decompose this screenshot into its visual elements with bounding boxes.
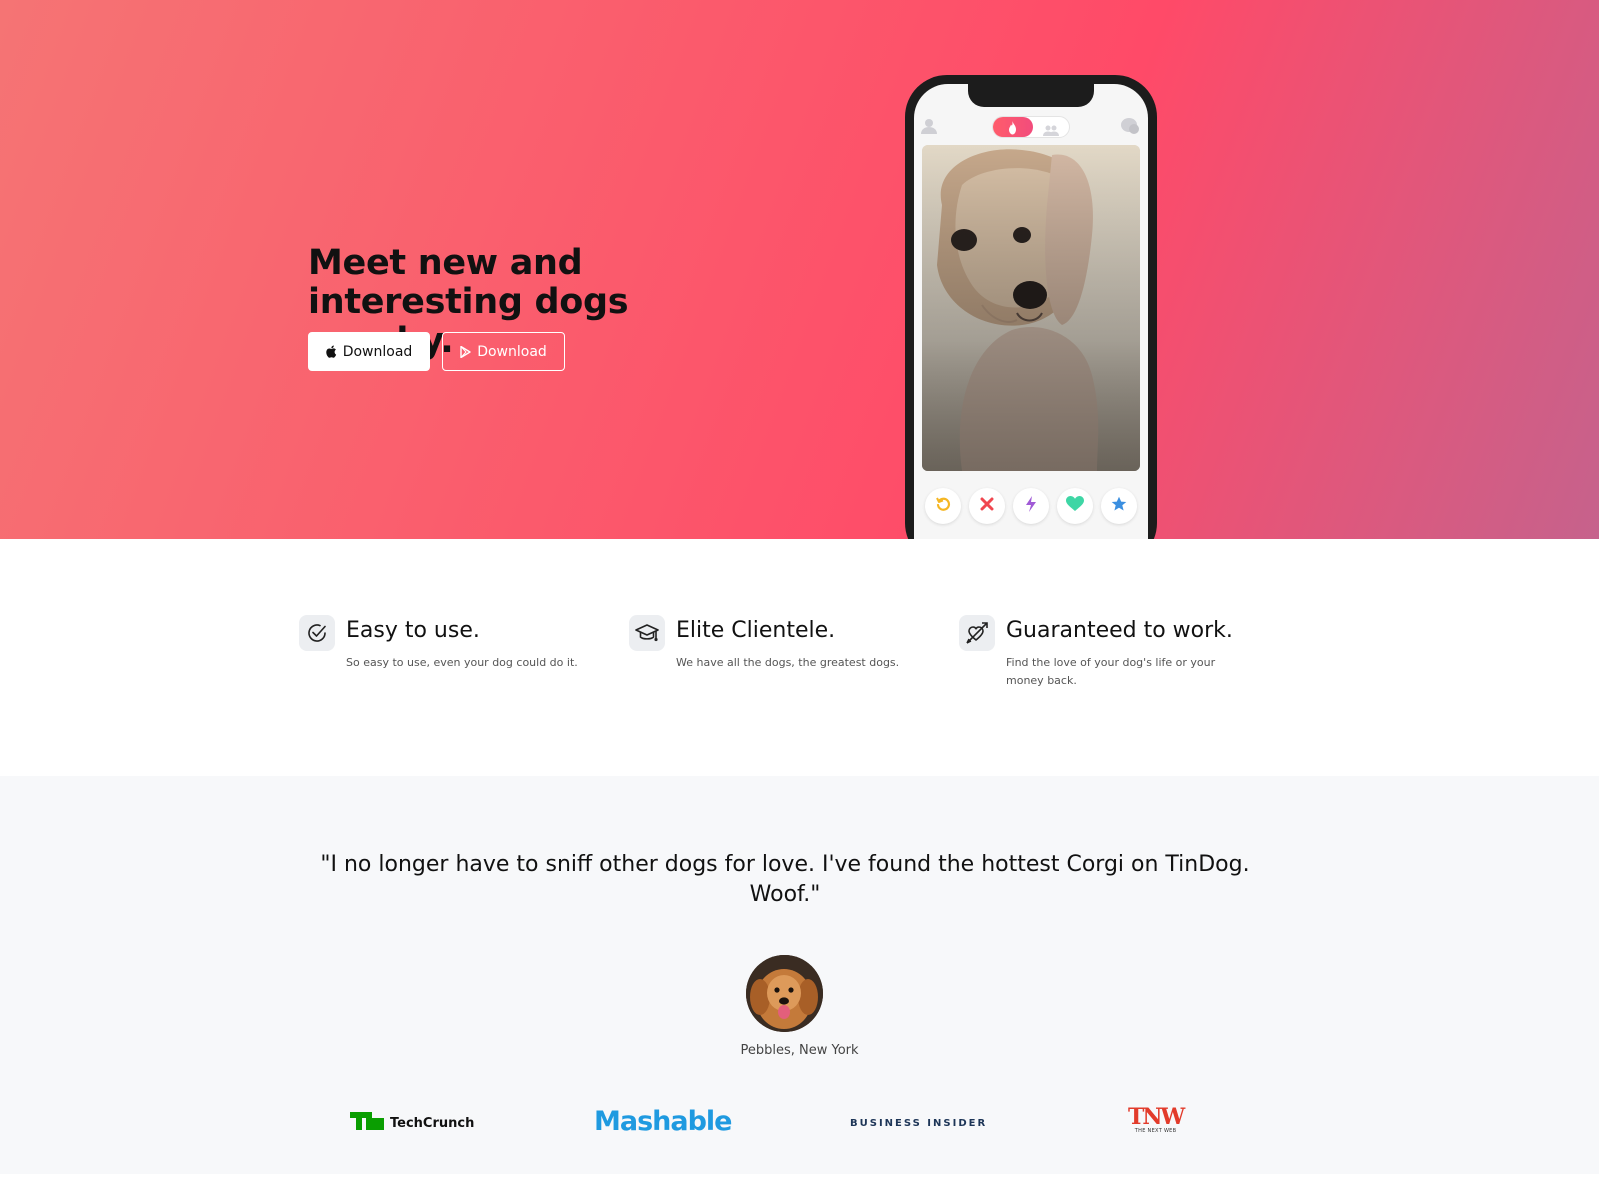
apple-download-button[interactable]: Download bbox=[308, 332, 430, 371]
testimonial-author: Pebbles, New York bbox=[740, 1043, 859, 1058]
business-insider-logo: BUSINESS INSIDER bbox=[850, 1118, 988, 1129]
profile-icon[interactable] bbox=[920, 117, 938, 139]
group-icon bbox=[1043, 121, 1059, 140]
feature-title: Guaranteed to work. bbox=[1006, 618, 1233, 643]
flame-icon bbox=[1007, 120, 1018, 139]
mashable-logo: Mashable bbox=[594, 1106, 732, 1137]
dog-avatar-image bbox=[746, 955, 823, 1032]
like-button[interactable] bbox=[1057, 488, 1093, 524]
phone-mockup bbox=[905, 75, 1157, 539]
mode-toggle[interactable] bbox=[992, 116, 1070, 138]
hero-section: Meet new and interesting dogs nearby. Do… bbox=[0, 0, 1599, 539]
feature-text: So easy to use, even your dog could do i… bbox=[346, 656, 578, 669]
tnw-subtext: THE NEXT WEB bbox=[1134, 1128, 1177, 1134]
boost-button[interactable] bbox=[1013, 488, 1049, 524]
avatar bbox=[746, 955, 823, 1032]
graduation-cap-icon bbox=[629, 615, 665, 651]
close-icon bbox=[979, 496, 995, 516]
dog-photo-card[interactable] bbox=[922, 145, 1140, 471]
rewind-button[interactable] bbox=[925, 488, 961, 524]
features-section: Easy to use. So easy to use, even your d… bbox=[0, 539, 1599, 776]
dislike-button[interactable] bbox=[969, 488, 1005, 524]
techcrunch-text: TechCrunch bbox=[390, 1115, 475, 1131]
heart-arrow-icon bbox=[959, 615, 995, 651]
techcrunch-mark bbox=[350, 1112, 384, 1134]
tnw-logo: TNW THE NEXT WEB bbox=[1128, 1104, 1185, 1134]
testimonial-section: "I no longer have to sniff other dogs fo… bbox=[0, 776, 1599, 1174]
google-play-icon bbox=[460, 345, 471, 358]
app-top-bar bbox=[914, 114, 1148, 140]
play-download-label: Download bbox=[477, 343, 547, 360]
rewind-icon bbox=[935, 496, 951, 516]
feature-title: Elite Clientele. bbox=[676, 618, 836, 643]
tnw-text: TNW bbox=[1128, 1104, 1185, 1130]
apple-icon bbox=[325, 345, 337, 358]
chat-icon[interactable] bbox=[1120, 117, 1140, 139]
feature-text: Find the love of your dog's life or your… bbox=[1006, 656, 1216, 687]
dog-photo bbox=[922, 145, 1140, 471]
swipe-actions bbox=[914, 484, 1148, 528]
phone-notch bbox=[968, 84, 1094, 107]
feature-text: We have all the dogs, the greatest dogs. bbox=[676, 656, 900, 669]
super-like-button[interactable] bbox=[1101, 488, 1137, 524]
play-download-button[interactable]: Download bbox=[442, 332, 565, 371]
testimonial-quote: "I no longer have to sniff other dogs fo… bbox=[320, 852, 1250, 907]
techcrunch-logo: TechCrunch bbox=[350, 1112, 474, 1134]
feature-title: Easy to use. bbox=[346, 618, 480, 643]
flame-toggle-on bbox=[993, 117, 1033, 137]
heart-icon bbox=[1066, 496, 1084, 516]
phone-screen bbox=[914, 84, 1148, 539]
bolt-icon bbox=[1025, 496, 1037, 516]
star-icon bbox=[1111, 496, 1127, 516]
check-circle-icon bbox=[299, 615, 335, 651]
apple-download-label: Download bbox=[342, 343, 413, 360]
